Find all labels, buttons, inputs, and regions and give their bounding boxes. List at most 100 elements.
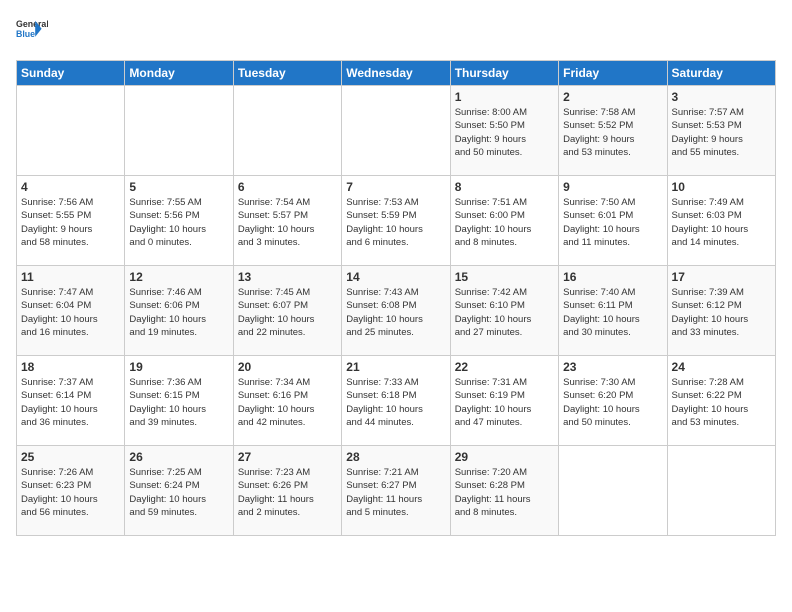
cell-day-number: 24 xyxy=(672,360,771,374)
cell-day-number: 12 xyxy=(129,270,228,284)
cell-info: Sunrise: 7:45 AMSunset: 6:07 PMDaylight:… xyxy=(238,286,337,339)
cell-day-number: 21 xyxy=(346,360,445,374)
header-wednesday: Wednesday xyxy=(342,61,450,86)
calendar-cell: 13 Sunrise: 7:45 AMSunset: 6:07 PMDayligh… xyxy=(233,266,341,356)
calendar-cell: 1 Sunrise: 8:00 AMSunset: 5:50 PMDaylight… xyxy=(450,86,558,176)
cell-info: Sunrise: 7:30 AMSunset: 6:20 PMDaylight:… xyxy=(563,376,662,429)
cell-info: Sunrise: 7:31 AMSunset: 6:19 PMDaylight:… xyxy=(455,376,554,429)
calendar-cell: 11 Sunrise: 7:47 AMSunset: 6:04 PMDayligh… xyxy=(17,266,125,356)
calendar-week-row: 4 Sunrise: 7:56 AMSunset: 5:55 PMDaylight… xyxy=(17,176,776,266)
cell-info: Sunrise: 7:34 AMSunset: 6:16 PMDaylight:… xyxy=(238,376,337,429)
cell-info: Sunrise: 7:47 AMSunset: 6:04 PMDaylight:… xyxy=(21,286,120,339)
cell-info: Sunrise: 8:00 AMSunset: 5:50 PMDaylight:… xyxy=(455,106,554,159)
cell-info: Sunrise: 7:46 AMSunset: 6:06 PMDaylight:… xyxy=(129,286,228,339)
calendar-cell: 9Sunrise: 7:50 AMSunset: 6:01 PMDaylight… xyxy=(559,176,667,266)
cell-day-number: 3 xyxy=(672,90,771,104)
cell-day-number: 1 xyxy=(455,90,554,104)
calendar-cell: 24 Sunrise: 7:28 AMSunset: 6:22 PMDayligh… xyxy=(667,356,775,446)
cell-info: Sunrise: 7:49 AMSunset: 6:03 PMDaylight:… xyxy=(672,196,771,249)
calendar-cell: 19 Sunrise: 7:36 AMSunset: 6:15 PMDayligh… xyxy=(125,356,233,446)
calendar-cell xyxy=(667,446,775,536)
cell-info: Sunrise: 7:20 AMSunset: 6:28 PMDaylight:… xyxy=(455,466,554,519)
cell-info: Sunrise: 7:39 AMSunset: 6:12 PMDaylight:… xyxy=(672,286,771,339)
cell-info: Sunrise: 7:54 AMSunset: 5:57 PMDaylight:… xyxy=(238,196,337,249)
calendar-week-row: 1 Sunrise: 8:00 AMSunset: 5:50 PMDaylight… xyxy=(17,86,776,176)
header-friday: Friday xyxy=(559,61,667,86)
cell-day-number: 10 xyxy=(672,180,771,194)
cell-day-number: 7 xyxy=(346,180,445,194)
calendar-table: SundayMondayTuesdayWednesdayThursdayFrid… xyxy=(16,60,776,536)
header-sunday: Sunday xyxy=(17,61,125,86)
calendar-cell: 28 Sunrise: 7:21 AMSunset: 6:27 PMDayligh… xyxy=(342,446,450,536)
cell-day-number: 19 xyxy=(129,360,228,374)
cell-day-number: 13 xyxy=(238,270,337,284)
calendar-cell: 21Sunrise: 7:33 AMSunset: 6:18 PMDayligh… xyxy=(342,356,450,446)
header-tuesday: Tuesday xyxy=(233,61,341,86)
logo: GeneralBlue xyxy=(16,16,48,48)
cell-day-number: 6 xyxy=(238,180,337,194)
cell-info: Sunrise: 7:51 AMSunset: 6:00 PMDaylight:… xyxy=(455,196,554,249)
calendar-cell: 23 Sunrise: 7:30 AMSunset: 6:20 PMDayligh… xyxy=(559,356,667,446)
calendar-cell: 17Sunrise: 7:39 AMSunset: 6:12 PMDayligh… xyxy=(667,266,775,356)
cell-day-number: 20 xyxy=(238,360,337,374)
cell-day-number: 27 xyxy=(238,450,337,464)
cell-day-number: 11 xyxy=(21,270,120,284)
cell-day-number: 28 xyxy=(346,450,445,464)
cell-day-number: 16 xyxy=(563,270,662,284)
cell-day-number: 15 xyxy=(455,270,554,284)
calendar-cell: 12 Sunrise: 7:46 AMSunset: 6:06 PMDayligh… xyxy=(125,266,233,356)
cell-info: Sunrise: 7:21 AMSunset: 6:27 PMDaylight:… xyxy=(346,466,445,519)
cell-day-number: 2 xyxy=(563,90,662,104)
cell-info: Sunrise: 7:55 AMSunset: 5:56 PMDaylight:… xyxy=(129,196,228,249)
cell-info: Sunrise: 7:23 AMSunset: 6:26 PMDaylight:… xyxy=(238,466,337,519)
calendar-header-row: SundayMondayTuesdayWednesdayThursdayFrid… xyxy=(17,61,776,86)
cell-info: Sunrise: 7:53 AMSunset: 5:59 PMDaylight:… xyxy=(346,196,445,249)
calendar-cell xyxy=(125,86,233,176)
cell-day-number: 18 xyxy=(21,360,120,374)
calendar-cell: 18Sunrise: 7:37 AMSunset: 6:14 PMDayligh… xyxy=(17,356,125,446)
svg-text:General: General xyxy=(16,19,48,29)
cell-info: Sunrise: 7:40 AMSunset: 6:11 PMDaylight:… xyxy=(563,286,662,339)
calendar-cell xyxy=(233,86,341,176)
cell-info: Sunrise: 7:58 AMSunset: 5:52 PMDaylight:… xyxy=(563,106,662,159)
calendar-cell xyxy=(17,86,125,176)
calendar-week-row: 18Sunrise: 7:37 AMSunset: 6:14 PMDayligh… xyxy=(17,356,776,446)
cell-day-number: 5 xyxy=(129,180,228,194)
cell-day-number: 9 xyxy=(563,180,662,194)
header-thursday: Thursday xyxy=(450,61,558,86)
calendar-cell: 10 Sunrise: 7:49 AMSunset: 6:03 PMDayligh… xyxy=(667,176,775,266)
cell-info: Sunrise: 7:56 AMSunset: 5:55 PMDaylight:… xyxy=(21,196,120,249)
cell-day-number: 4 xyxy=(21,180,120,194)
calendar-cell: 22 Sunrise: 7:31 AMSunset: 6:19 PMDayligh… xyxy=(450,356,558,446)
calendar-cell: 26Sunrise: 7:25 AMSunset: 6:24 PMDayligh… xyxy=(125,446,233,536)
cell-info: Sunrise: 7:42 AMSunset: 6:10 PMDaylight:… xyxy=(455,286,554,339)
calendar-cell: 20 Sunrise: 7:34 AMSunset: 6:16 PMDayligh… xyxy=(233,356,341,446)
calendar-week-row: 25Sunrise: 7:26 AMSunset: 6:23 PMDayligh… xyxy=(17,446,776,536)
cell-day-number: 29 xyxy=(455,450,554,464)
cell-day-number: 8 xyxy=(455,180,554,194)
calendar-cell xyxy=(342,86,450,176)
calendar-cell: 8 Sunrise: 7:51 AMSunset: 6:00 PMDaylight… xyxy=(450,176,558,266)
cell-day-number: 25 xyxy=(21,450,120,464)
calendar-cell: 27 Sunrise: 7:23 AMSunset: 6:26 PMDayligh… xyxy=(233,446,341,536)
calendar-cell xyxy=(559,446,667,536)
calendar-cell: 16 Sunrise: 7:40 AMSunset: 6:11 PMDayligh… xyxy=(559,266,667,356)
calendar-cell: 2 Sunrise: 7:58 AMSunset: 5:52 PMDaylight… xyxy=(559,86,667,176)
calendar-cell: 25Sunrise: 7:26 AMSunset: 6:23 PMDayligh… xyxy=(17,446,125,536)
calendar-cell: 5 Sunrise: 7:55 AMSunset: 5:56 PMDaylight… xyxy=(125,176,233,266)
cell-info: Sunrise: 7:36 AMSunset: 6:15 PMDaylight:… xyxy=(129,376,228,429)
calendar-cell: 14Sunrise: 7:43 AMSunset: 6:08 PMDayligh… xyxy=(342,266,450,356)
header-saturday: Saturday xyxy=(667,61,775,86)
cell-day-number: 23 xyxy=(563,360,662,374)
cell-day-number: 22 xyxy=(455,360,554,374)
calendar-cell: 7 Sunrise: 7:53 AMSunset: 5:59 PMDaylight… xyxy=(342,176,450,266)
calendar-cell: 6 Sunrise: 7:54 AMSunset: 5:57 PMDaylight… xyxy=(233,176,341,266)
page-header: GeneralBlue xyxy=(16,16,776,48)
cell-info: Sunrise: 7:28 AMSunset: 6:22 PMDaylight:… xyxy=(672,376,771,429)
svg-text:Blue: Blue xyxy=(16,29,35,39)
calendar-cell: 29 Sunrise: 7:20 AMSunset: 6:28 PMDayligh… xyxy=(450,446,558,536)
cell-info: Sunrise: 7:43 AMSunset: 6:08 PMDaylight:… xyxy=(346,286,445,339)
cell-day-number: 26 xyxy=(129,450,228,464)
cell-info: Sunrise: 7:57 AMSunset: 5:53 PMDaylight:… xyxy=(672,106,771,159)
header-monday: Monday xyxy=(125,61,233,86)
